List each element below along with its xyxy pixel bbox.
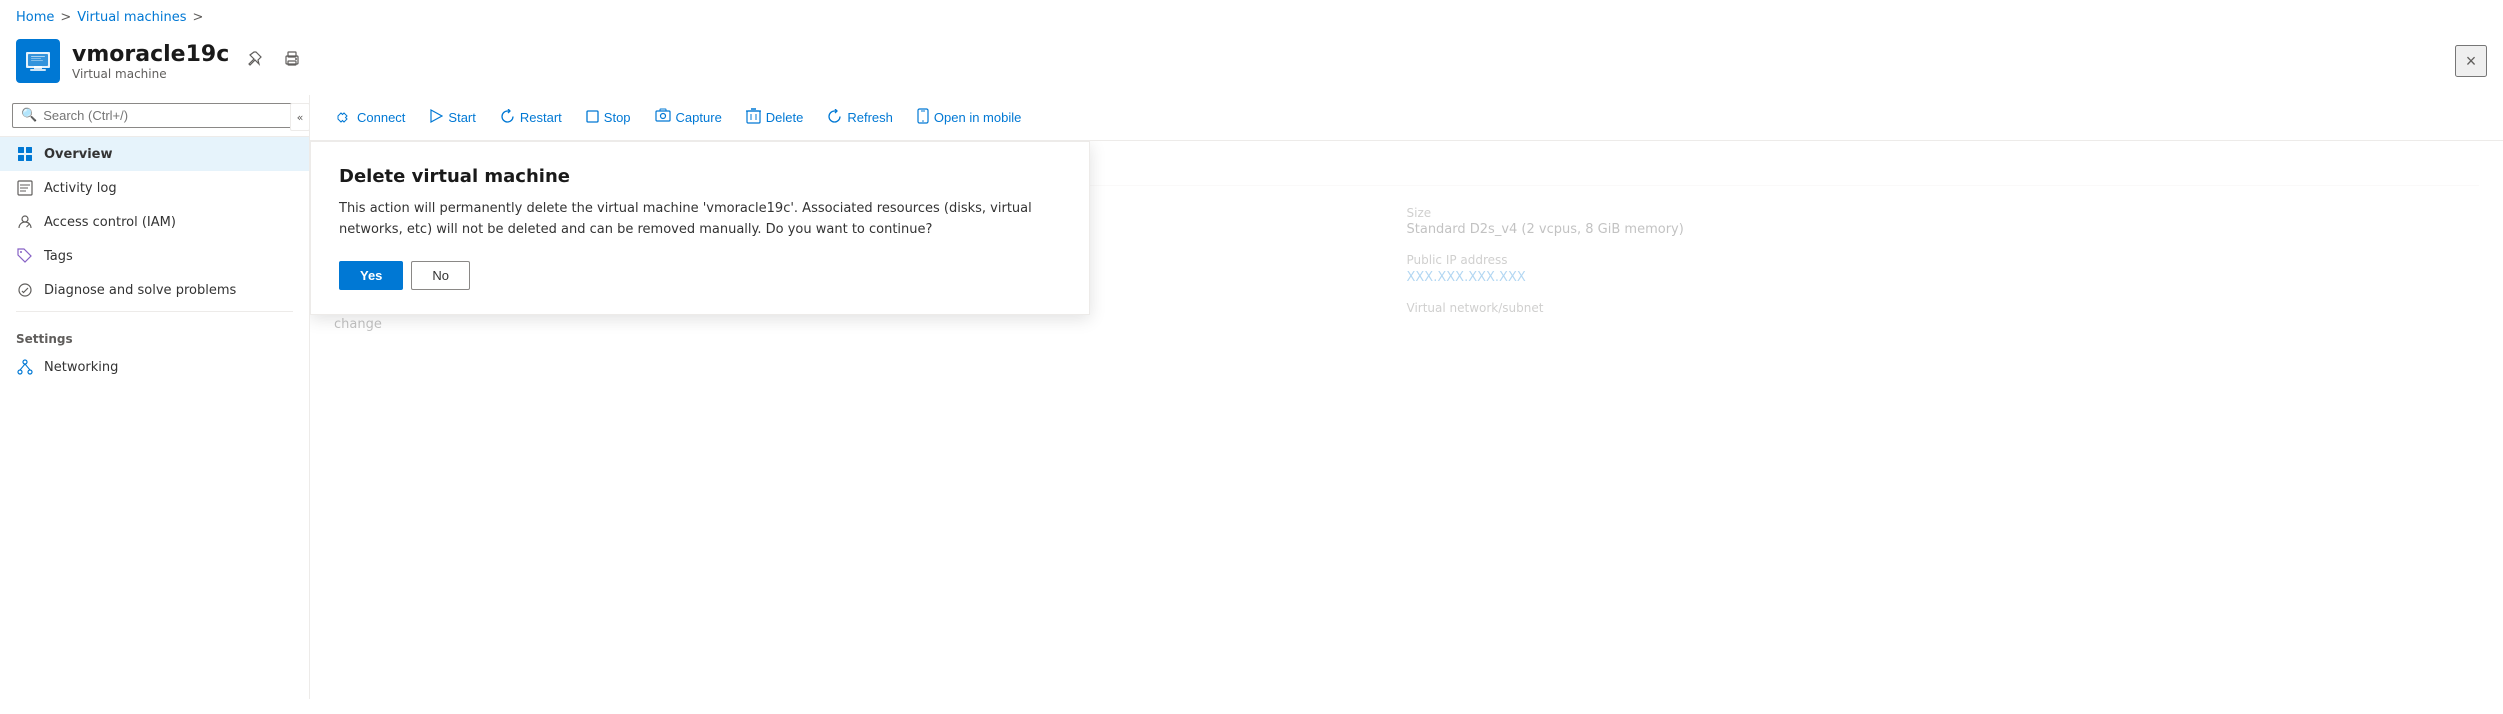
- settings-divider: [16, 311, 293, 312]
- refresh-icon: [827, 109, 842, 127]
- start-icon: [429, 109, 443, 126]
- diagnose-icon: [16, 281, 34, 299]
- sidebar-item-diagnose-label: Diagnose and solve problems: [44, 283, 236, 298]
- connect-icon: [336, 108, 352, 127]
- access-icon: [16, 213, 34, 231]
- sidebar-item-tags-label: Tags: [44, 249, 73, 264]
- delete-icon: [746, 108, 761, 127]
- sidebar-item-activity-log-label: Activity log: [44, 181, 117, 196]
- sidebar-item-diagnose[interactable]: Diagnose and solve problems: [0, 273, 309, 307]
- capture-label: Capture: [676, 110, 722, 125]
- vm-icon: [16, 39, 60, 83]
- collapse-button[interactable]: «: [290, 103, 310, 131]
- stop-label: Stop: [604, 110, 631, 125]
- print-icon[interactable]: [279, 46, 305, 77]
- dialog-body: This action will permanently delete the …: [339, 199, 1061, 241]
- sidebar-item-networking[interactable]: Networking: [0, 350, 309, 384]
- sidebar-item-activity-log[interactable]: Activity log: [0, 171, 309, 205]
- capture-icon: [655, 108, 671, 127]
- sidebar-item-access-label: Access control (IAM): [44, 215, 176, 230]
- dialog-yes-button[interactable]: Yes: [339, 261, 403, 290]
- stop-icon: [586, 110, 599, 126]
- delete-button[interactable]: Delete: [736, 103, 814, 132]
- restart-label: Restart: [520, 110, 562, 125]
- breadcrumb-sep1: >: [60, 10, 71, 25]
- refresh-label: Refresh: [847, 110, 893, 125]
- sidebar-item-overview-label: Overview: [44, 147, 113, 162]
- open-mobile-button[interactable]: Open in mobile: [907, 103, 1031, 132]
- restart-icon: [500, 109, 515, 127]
- sidebar: 🔍 « Overview: [0, 95, 310, 699]
- vm-title-block: vmoracle19c Virtual machine: [72, 42, 229, 81]
- breadcrumb-home[interactable]: Home: [16, 10, 54, 25]
- vm-subtitle: Virtual machine: [72, 67, 229, 81]
- tags-icon: [16, 247, 34, 265]
- stop-button[interactable]: Stop: [576, 105, 641, 131]
- sidebar-item-networking-label: Networking: [44, 360, 118, 375]
- delete-label: Delete: [766, 110, 804, 125]
- dialog-title: Delete virtual machine: [339, 166, 1061, 187]
- activity-icon: [16, 179, 34, 197]
- overview-icon: [16, 145, 34, 163]
- search-icon: 🔍: [21, 108, 37, 123]
- content-body: Delete virtual machine This action will …: [310, 141, 2503, 699]
- connect-label: Connect: [357, 110, 405, 125]
- breadcrumb-sep2: >: [193, 10, 204, 25]
- mobile-icon: [917, 108, 929, 127]
- search-input-wrapper: 🔍: [12, 103, 297, 128]
- settings-section-label: Settings: [0, 316, 309, 350]
- dialog-buttons: Yes No: [339, 261, 1061, 290]
- networking-icon: [16, 358, 34, 376]
- dialog-no-button[interactable]: No: [411, 261, 470, 290]
- start-button[interactable]: Start: [419, 104, 485, 131]
- sidebar-search-container: 🔍: [0, 95, 309, 137]
- vm-header: vmoracle19c Virtual machine ×: [0, 35, 2503, 95]
- breadcrumb: Home > Virtual machines >: [0, 0, 2503, 35]
- toolbar: Connect Start Restart: [310, 95, 2503, 141]
- pin-icon[interactable]: [241, 46, 267, 77]
- sidebar-item-tags[interactable]: Tags: [0, 239, 309, 273]
- capture-button[interactable]: Capture: [645, 103, 732, 132]
- connect-button[interactable]: Connect: [326, 103, 415, 132]
- main-layout: 🔍 « Overview: [0, 95, 2503, 699]
- sidebar-item-access-control[interactable]: Access control (IAM): [0, 205, 309, 239]
- vm-name: vmoracle19c: [72, 42, 229, 67]
- delete-dialog: Delete virtual machine This action will …: [310, 141, 1090, 315]
- close-button[interactable]: ×: [2455, 45, 2487, 77]
- refresh-button[interactable]: Refresh: [817, 104, 903, 132]
- sidebar-item-overview[interactable]: Overview: [0, 137, 309, 171]
- start-label: Start: [448, 110, 475, 125]
- search-input[interactable]: [43, 108, 288, 123]
- content-area: Connect Start Restart: [310, 95, 2503, 699]
- breadcrumb-vms[interactable]: Virtual machines: [77, 10, 186, 25]
- open-mobile-label: Open in mobile: [934, 110, 1021, 125]
- restart-button[interactable]: Restart: [490, 104, 572, 132]
- dialog-overlay: Delete virtual machine This action will …: [310, 141, 2503, 699]
